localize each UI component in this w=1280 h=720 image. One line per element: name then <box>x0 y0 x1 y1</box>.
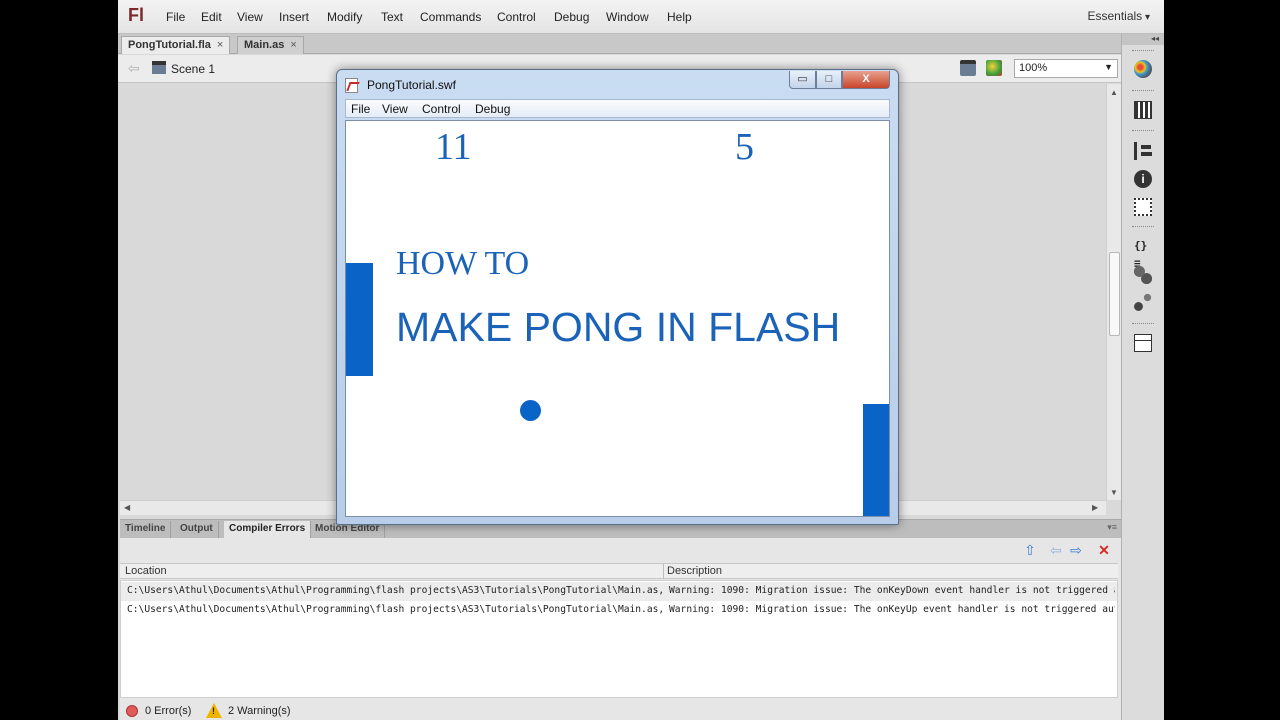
menu-insert[interactable]: Insert <box>279 10 309 24</box>
ball <box>520 400 541 421</box>
row-description: Warning: 1090: Migration issue: The onKe… <box>669 585 1115 596</box>
close-icon[interactable]: × <box>290 39 296 51</box>
flash-logo: Fl <box>128 5 144 25</box>
document-tabs: PongTutorial.fla × Main.as × <box>118 34 1164 54</box>
swf-player-window[interactable]: PongTutorial.swf ▭ □ X File View Control… <box>336 69 899 525</box>
menu-modify[interactable]: Modify <box>327 10 362 24</box>
window-title: PongTutorial.swf <box>367 78 456 92</box>
align-icon[interactable] <box>1134 142 1152 160</box>
divider <box>1132 130 1154 131</box>
column-headers: Location Description <box>120 563 1118 579</box>
score-left: 11 <box>435 126 472 168</box>
score-right: 5 <box>735 126 754 168</box>
swf-menu-view[interactable]: View <box>382 102 408 116</box>
panel-menu-icon[interactable]: ▾≡ <box>1107 522 1117 533</box>
row-location: C:\Users\Athul\Documents\Athul\Programmi… <box>127 585 665 596</box>
menu-text[interactable]: Text <box>381 10 403 24</box>
code-snippets-icon[interactable]: {}≡ <box>1134 237 1152 270</box>
title-line-2: MAKE PONG IN FLASH <box>396 304 841 350</box>
tab-label: PongTutorial.fla <box>128 39 211 51</box>
clear-icon[interactable]: ✕ <box>1096 542 1112 558</box>
scene-clapper-icon <box>152 61 166 74</box>
right-panel-dock: ◂◂ i {}≡ <box>1121 34 1164 720</box>
tab-timeline[interactable]: Timeline <box>120 521 172 538</box>
workspace-switcher[interactable]: Essentials <box>1087 9 1150 23</box>
swf-menu-debug[interactable]: Debug <box>475 102 510 116</box>
swf-menu-control[interactable]: Control <box>422 102 461 116</box>
collapse-panel-icon[interactable]: ◂◂ <box>1122 34 1164 45</box>
scroll-left-icon[interactable]: ◀ <box>124 503 130 512</box>
warning-count: 2 Warning(s) <box>228 705 291 717</box>
go-to-source-icon[interactable]: ⇧ <box>1022 542 1038 558</box>
warning-mark: ! <box>212 706 215 716</box>
zoom-select[interactable]: 100% ▼ <box>1014 59 1118 78</box>
column-location[interactable]: Location <box>125 565 167 577</box>
divider <box>1132 90 1154 91</box>
error-icon <box>126 705 138 717</box>
menu-file[interactable]: File <box>166 10 185 24</box>
tab-main-as[interactable]: Main.as × <box>237 36 304 54</box>
menu-bar: Fl File Edit View Insert Modify Text Com… <box>118 0 1164 34</box>
compiler-errors-panel: Timeline Output Compiler Errors Motion E… <box>120 519 1121 720</box>
column-divider[interactable] <box>663 564 664 579</box>
swf-menu-bar: File View Control Debug <box>345 99 890 118</box>
edit-scene-icon[interactable] <box>960 60 976 76</box>
maximize-button[interactable]: □ <box>816 71 842 89</box>
previous-icon[interactable]: ⇦ <box>1048 542 1064 558</box>
tab-label: Main.as <box>244 39 285 51</box>
color-palette-icon[interactable] <box>1134 60 1152 78</box>
edit-symbols-icon[interactable] <box>986 60 1002 76</box>
zoom-value: 100% <box>1019 62 1048 74</box>
scroll-right-icon[interactable]: ▶ <box>1092 503 1098 512</box>
tab-output[interactable]: Output <box>175 521 219 538</box>
menu-window[interactable]: Window <box>606 10 649 24</box>
scene-label[interactable]: Scene 1 <box>171 62 215 76</box>
transform-icon[interactable] <box>1134 198 1152 216</box>
menu-help[interactable]: Help <box>667 10 692 24</box>
flash-ide-window: Fl File Edit View Insert Modify Text Com… <box>118 0 1164 720</box>
divider <box>1132 323 1154 324</box>
library-icon[interactable] <box>1134 334 1152 352</box>
vertical-scrollbar[interactable]: ▲ ▼ <box>1106 84 1121 500</box>
title-line-1: HOW TO <box>396 245 530 282</box>
pong-game-canvas[interactable]: 11 5 HOW TO MAKE PONG IN FLASH <box>345 120 890 517</box>
scroll-thumb[interactable] <box>1109 252 1120 336</box>
info-icon[interactable]: i <box>1134 170 1152 188</box>
left-paddle <box>346 263 373 376</box>
scroll-up-icon[interactable]: ▲ <box>1110 88 1118 97</box>
menu-control[interactable]: Control <box>497 10 536 24</box>
swatches-icon[interactable] <box>1134 101 1152 119</box>
close-icon[interactable]: × <box>217 39 223 51</box>
back-arrow-icon[interactable]: ⇦ <box>128 60 140 77</box>
motion-presets-icon[interactable] <box>1134 293 1152 311</box>
next-icon[interactable]: ⇨ <box>1068 542 1084 558</box>
tab-compiler-errors[interactable]: Compiler Errors <box>224 521 312 538</box>
divider <box>1132 50 1154 51</box>
right-paddle <box>863 404 889 516</box>
tab-pongtutorial-fla[interactable]: PongTutorial.fla × <box>121 36 231 54</box>
row-location: C:\Users\Athul\Documents\Athul\Programmi… <box>127 604 665 615</box>
minimize-button[interactable]: ▭ <box>789 71 816 89</box>
scroll-down-icon[interactable]: ▼ <box>1110 488 1118 497</box>
chevron-down-icon: ▼ <box>1104 62 1113 72</box>
window-controls: ▭ □ X <box>789 71 893 89</box>
menu-edit[interactable]: Edit <box>201 10 222 24</box>
menu-view[interactable]: View <box>237 10 263 24</box>
components-icon[interactable] <box>1134 266 1152 284</box>
divider <box>1132 226 1154 227</box>
errors-toolbar: ⇧ ⇦ ⇨ ✕ <box>120 538 1121 562</box>
close-button[interactable]: X <box>842 71 890 89</box>
menu-commands[interactable]: Commands <box>420 10 481 24</box>
swf-menu-file[interactable]: File <box>351 102 370 116</box>
table-row[interactable]: C:\Users\Athul\Documents\Athul\Programmi… <box>121 582 1117 601</box>
status-bar: 0 Error(s) ! 2 Warning(s) <box>120 701 1118 720</box>
menu-debug[interactable]: Debug <box>554 10 589 24</box>
table-row[interactable]: C:\Users\Athul\Documents\Athul\Programmi… <box>121 601 1117 620</box>
row-description: Warning: 1090: Migration issue: The onKe… <box>669 604 1115 615</box>
swf-file-icon <box>345 78 358 93</box>
error-count: 0 Error(s) <box>145 705 192 717</box>
column-description[interactable]: Description <box>667 565 722 577</box>
errors-list: C:\Users\Athul\Documents\Athul\Programmi… <box>120 580 1118 698</box>
